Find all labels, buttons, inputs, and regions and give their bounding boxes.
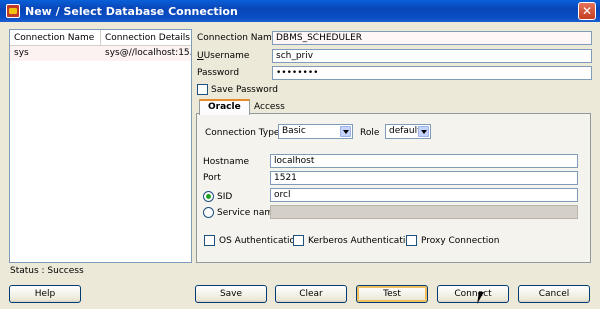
connect-button[interactable]: Connect: [437, 285, 509, 303]
sid-input[interactable]: orcl: [270, 188, 578, 202]
table-row[interactable]: sys sys@//localhost:15...: [10, 46, 191, 61]
password-label: Password: [197, 68, 240, 78]
status-text: Status : Success: [10, 266, 84, 276]
service-name-input[interactable]: [270, 205, 578, 219]
title-bar: New / Select Database Connection ✕: [0, 0, 600, 22]
column-header-connection-details[interactable]: Connection Details: [101, 30, 190, 45]
connection-name-cell: sys: [14, 48, 29, 58]
service-name-radio[interactable]: [203, 207, 214, 218]
os-authentication-label: OS Authentication: [219, 236, 301, 246]
username-label: UUsername: [197, 51, 250, 61]
close-button[interactable]: ✕: [578, 2, 596, 20]
os-authentication-checkbox[interactable]: [204, 235, 215, 246]
chevron-down-icon: [418, 126, 429, 137]
cancel-button[interactable]: Cancel: [518, 285, 590, 303]
connection-type-label: Connection Type: [205, 128, 280, 138]
connection-type-select[interactable]: Basic: [278, 124, 353, 139]
port-label: Port: [203, 173, 221, 183]
save-password-label: Save Password: [211, 85, 278, 95]
connection-details-cell: sys@//localhost:15...: [105, 48, 191, 58]
connection-name-label: Connection Name: [197, 33, 278, 43]
hostname-label: Hostname: [203, 157, 250, 167]
password-input[interactable]: ••••••••: [272, 66, 592, 80]
proxy-connection-checkbox[interactable]: [406, 235, 417, 246]
sid-radio[interactable]: [203, 191, 214, 202]
chevron-down-icon: [340, 126, 351, 137]
role-value: default: [389, 126, 421, 136]
save-button[interactable]: Save: [195, 285, 267, 303]
sid-label: SID: [217, 192, 233, 202]
window-title: New / Select Database Connection: [25, 4, 238, 18]
kerberos-authentication-label: Kerberos Authentication: [308, 236, 417, 246]
clear-button[interactable]: Clear: [275, 285, 347, 303]
help-button[interactable]: Help: [9, 285, 81, 303]
column-header-connection-name[interactable]: Connection Name: [10, 30, 101, 45]
username-label-text: Username: [203, 51, 250, 61]
connections-header: Connection Name Connection Details: [10, 30, 191, 46]
save-password-checkbox[interactable]: [197, 84, 208, 95]
role-label: Role: [360, 128, 380, 138]
username-input[interactable]: sch_priv: [272, 49, 592, 63]
test-button[interactable]: Test: [356, 285, 428, 303]
app-icon: [6, 4, 20, 18]
connection-name-input[interactable]: DBMS_SCHEDULER: [272, 31, 592, 45]
proxy-connection-label: Proxy Connection: [421, 236, 500, 246]
tab-oracle[interactable]: Oracle: [199, 99, 250, 115]
kerberos-authentication-checkbox[interactable]: [293, 235, 304, 246]
port-input[interactable]: 1521: [270, 171, 578, 185]
connection-type-value: Basic: [282, 126, 306, 136]
connections-list[interactable]: Connection Name Connection Details sys s…: [9, 29, 192, 263]
role-select[interactable]: default: [385, 124, 431, 139]
hostname-input[interactable]: localhost: [270, 154, 578, 168]
